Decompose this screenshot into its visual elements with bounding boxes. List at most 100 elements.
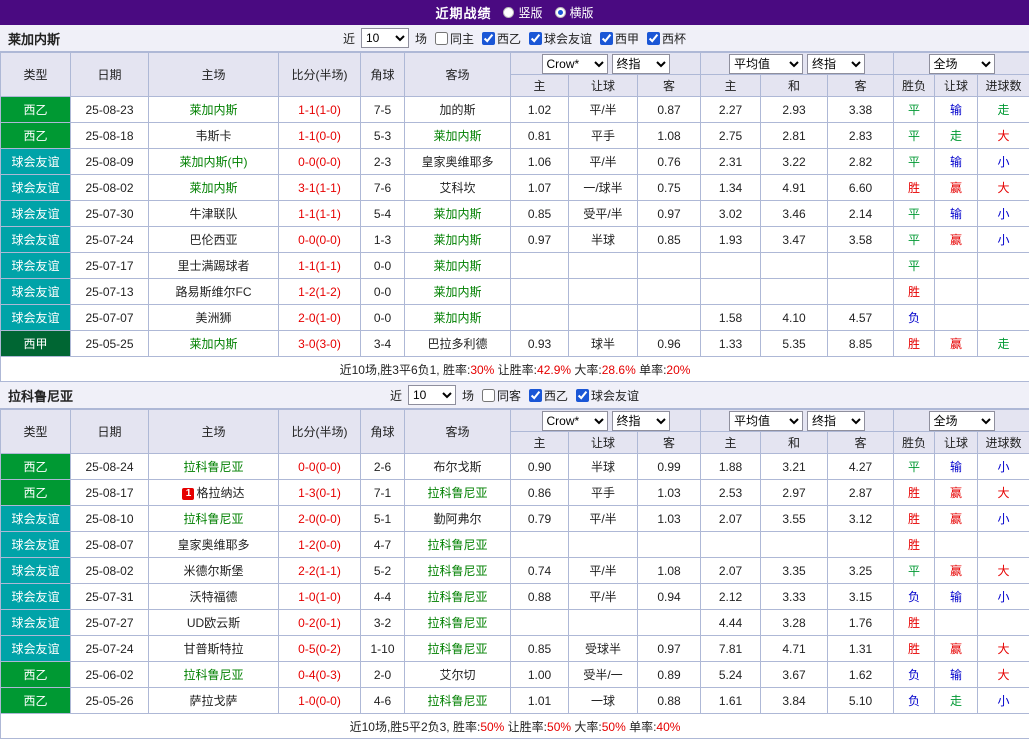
- league-badge: 西乙: [1, 123, 71, 149]
- away-team[interactable]: 莱加内斯: [405, 227, 511, 253]
- avg-away-odds: 3.12: [828, 506, 894, 532]
- scope-select[interactable]: 全场: [929, 411, 995, 431]
- match-date: 25-08-18: [71, 123, 149, 149]
- filter-西杯[interactable]: 西杯: [647, 30, 686, 47]
- radio-icon-horizontal[interactable]: [555, 7, 566, 18]
- league-badge: 球会友谊: [1, 175, 71, 201]
- layout-option-vertical[interactable]: 竖版: [503, 4, 542, 21]
- section-header: 莱加内斯 近 10 场 同主西乙球会友谊西甲西杯: [0, 25, 1029, 52]
- away-team[interactable]: 拉科鲁尼亚: [405, 532, 511, 558]
- home-team[interactable]: 莱加内斯: [149, 97, 279, 123]
- match-date: 25-07-30: [71, 201, 149, 227]
- filter-checkbox-同主[interactable]: [435, 32, 448, 45]
- result-handicap: 输: [935, 97, 978, 123]
- away-team[interactable]: 拉科鲁尼亚: [405, 584, 511, 610]
- home-team[interactable]: 拉科鲁尼亚: [149, 662, 279, 688]
- result-outcome: 平: [894, 97, 935, 123]
- average-select[interactable]: 平均值: [729, 411, 803, 431]
- home-team: 沃特福德: [149, 584, 279, 610]
- away-team[interactable]: 拉科鲁尼亚: [405, 688, 511, 714]
- filter-checkbox-球会友谊[interactable]: [576, 389, 589, 402]
- avg-odds-group-header: 平均值终指: [701, 410, 894, 432]
- filter-checkbox-球会友谊[interactable]: [529, 32, 542, 45]
- home-team[interactable]: 莱加内斯: [149, 331, 279, 357]
- home-team: 萨拉戈萨: [149, 688, 279, 714]
- avg-home-odds: 1.93: [701, 227, 761, 253]
- home-team[interactable]: 莱加内斯(中): [149, 149, 279, 175]
- filter-checkbox-西杯[interactable]: [647, 32, 660, 45]
- corner-count: 0-0: [361, 279, 405, 305]
- away-team[interactable]: 拉科鲁尼亚: [405, 480, 511, 506]
- filter-西乙[interactable]: 西乙: [529, 387, 568, 404]
- avg-stage-select[interactable]: 终指: [807, 411, 865, 431]
- average-select[interactable]: 平均值: [729, 54, 803, 74]
- avg-stage-select[interactable]: 终指: [807, 54, 865, 74]
- games-count-select[interactable]: 10: [361, 28, 409, 48]
- book-home-odds: 0.93: [511, 331, 569, 357]
- layout-option-horizontal[interactable]: 横版: [555, 4, 594, 21]
- games-count-select[interactable]: 10: [408, 385, 456, 405]
- filter-label: 西乙: [544, 387, 568, 404]
- sub-col-book-handicap: 让球: [569, 432, 638, 454]
- home-team[interactable]: 拉科鲁尼亚: [149, 506, 279, 532]
- match-date: 25-06-02: [71, 662, 149, 688]
- away-team[interactable]: 拉科鲁尼亚: [405, 636, 511, 662]
- away-team[interactable]: 莱加内斯: [405, 201, 511, 227]
- avg-away-odds: 6.60: [828, 175, 894, 201]
- summary-segment: 50%: [602, 720, 626, 734]
- radio-icon-vertical[interactable]: [503, 7, 514, 18]
- avg-draw-odds: 3.28: [761, 610, 828, 636]
- bookmaker-select[interactable]: Crow*: [542, 54, 608, 74]
- match-date: 25-07-27: [71, 610, 149, 636]
- home-team[interactable]: 拉科鲁尼亚: [149, 454, 279, 480]
- filter-checkbox-西乙[interactable]: [529, 389, 542, 402]
- home-team[interactable]: 莱加内斯: [149, 175, 279, 201]
- filter-checkbox-西甲[interactable]: [600, 32, 613, 45]
- book-handicap: 受平/半: [569, 201, 638, 227]
- result-outcome: 平: [894, 123, 935, 149]
- filter-球会友谊[interactable]: 球会友谊: [576, 387, 639, 404]
- avg-home-odds: 4.44: [701, 610, 761, 636]
- bookmaker-select[interactable]: Crow*: [542, 411, 608, 431]
- book-home-odds: 1.00: [511, 662, 569, 688]
- col-header-corner: 角球: [361, 53, 405, 97]
- filter-西乙[interactable]: 西乙: [482, 30, 521, 47]
- away-team[interactable]: 拉科鲁尼亚: [405, 610, 511, 636]
- section-summary: 近10场,胜5平2负3, 胜率:50% 让胜率:50% 大率:50% 单率:40…: [1, 714, 1029, 739]
- result-handicap: 输: [935, 662, 978, 688]
- match-row: 球会友谊25-07-31沃特福德1-0(1-0)4-4拉科鲁尼亚0.88平/半0…: [1, 584, 1029, 610]
- away-team[interactable]: 莱加内斯: [405, 279, 511, 305]
- result-scope-header: 全场: [894, 53, 1029, 75]
- result-outcome: 平: [894, 227, 935, 253]
- sub-col-book-away: 客: [638, 75, 701, 97]
- filter-checkbox-同客[interactable]: [482, 389, 495, 402]
- away-team[interactable]: 莱加内斯: [405, 123, 511, 149]
- book-stage-select[interactable]: 终指: [612, 411, 670, 431]
- book-handicap: [569, 532, 638, 558]
- match-score: 1-2(1-2): [279, 279, 361, 305]
- filter-球会友谊[interactable]: 球会友谊: [529, 30, 592, 47]
- filter-西甲[interactable]: 西甲: [600, 30, 639, 47]
- book-stage-select[interactable]: 终指: [612, 54, 670, 74]
- avg-draw-odds: 3.46: [761, 201, 828, 227]
- book-away-odds: 0.88: [638, 688, 701, 714]
- filter-同客[interactable]: 同客: [482, 387, 521, 404]
- book-handicap: 平/半: [569, 97, 638, 123]
- away-team[interactable]: 莱加内斯: [405, 253, 511, 279]
- avg-away-odds: [828, 532, 894, 558]
- filter-checkbox-西乙[interactable]: [482, 32, 495, 45]
- avg-home-odds: 1.33: [701, 331, 761, 357]
- avg-odds-group-header: 平均值终指: [701, 53, 894, 75]
- away-team[interactable]: 莱加内斯: [405, 305, 511, 331]
- book-home-odds: 1.07: [511, 175, 569, 201]
- filter-label: 同主: [450, 30, 474, 47]
- filter-同主[interactable]: 同主: [435, 30, 474, 47]
- focus-team-name: 莱加内斯: [8, 29, 60, 48]
- col-header-date: 日期: [71, 410, 149, 454]
- red-card-badge: 1: [182, 488, 194, 500]
- book-handicap: 平/半: [569, 558, 638, 584]
- match-row: 西乙25-06-02拉科鲁尼亚0-4(0-3)2-0艾尔切1.00受半/一0.8…: [1, 662, 1029, 688]
- scope-select[interactable]: 全场: [929, 54, 995, 74]
- away-team[interactable]: 拉科鲁尼亚: [405, 558, 511, 584]
- col-header-score: 比分(半场): [279, 410, 361, 454]
